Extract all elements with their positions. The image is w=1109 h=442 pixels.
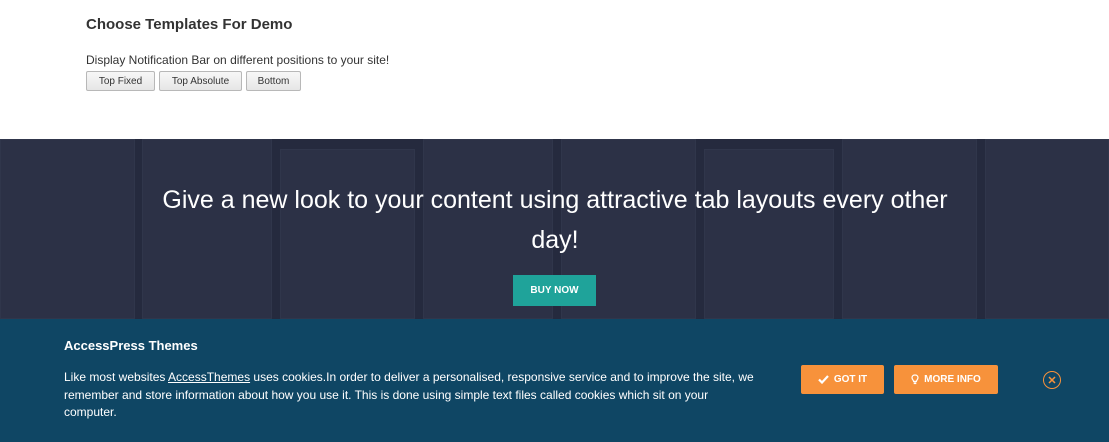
cookie-notice-bar: AccessPress Themes Like most websites Ac… [0,319,1109,442]
cookie-title: AccessPress Themes [64,338,198,353]
demo-title: Choose Templates For Demo [86,16,293,33]
hero-bg-tile [0,139,135,319]
close-cookie-button[interactable] [1043,371,1061,389]
close-icon [1048,371,1056,389]
top-fixed-button[interactable]: Top Fixed [86,71,155,91]
got-it-label: GOT IT [833,374,868,385]
more-info-button[interactable]: MORE INFO [894,365,998,394]
hero-banner: Give a new look to your content using at… [0,139,1109,319]
buy-now-button[interactable]: BUY NOW [513,275,596,306]
demo-section: Choose Templates For Demo Display Notifi… [0,0,1109,139]
cookie-message: Like most websites AccessThemes uses coo… [64,369,754,422]
accessthemes-link[interactable]: AccessThemes [168,370,250,384]
hero-bg-tile [985,139,1109,319]
more-info-label: MORE INFO [924,374,981,385]
demo-description: Display Notification Bar on different po… [86,53,390,67]
top-absolute-button[interactable]: Top Absolute [159,71,242,91]
demo-button-row: Top Fixed Top Absolute Bottom [86,71,301,91]
lightbulb-icon [911,374,919,385]
got-it-button[interactable]: GOT IT [801,365,884,394]
check-icon [818,375,829,384]
bottom-button[interactable]: Bottom [246,71,301,91]
hero-headline: Give a new look to your content using at… [162,186,948,254]
cookie-text-start: Like most websites [64,370,169,384]
